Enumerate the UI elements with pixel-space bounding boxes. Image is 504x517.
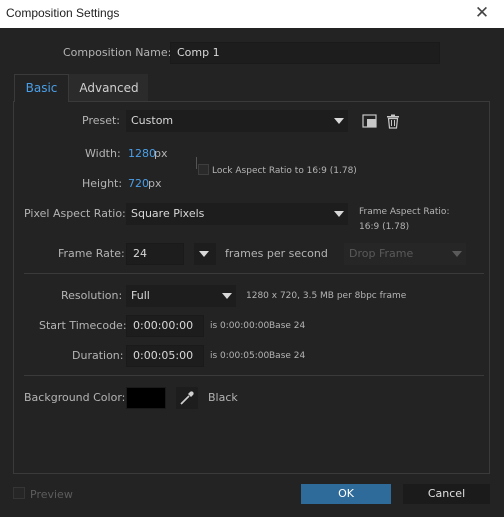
chevron-down-icon <box>334 118 344 124</box>
frame-rate-label: Frame Rate: <box>58 247 125 260</box>
tab-advanced[interactable]: Advanced <box>69 74 149 102</box>
preset-value: Custom <box>131 114 174 127</box>
eyedropper-icon[interactable] <box>176 387 198 409</box>
background-color-swatch[interactable] <box>126 387 166 409</box>
trash-icon[interactable] <box>386 114 400 129</box>
start-timecode-label: Start Timecode: <box>39 319 127 332</box>
lock-link-line <box>196 157 197 169</box>
background-color-name: Black <box>208 391 238 404</box>
pixel-aspect-dropdown[interactable]: Square Pixels <box>126 203 348 225</box>
lock-aspect-checkbox[interactable] <box>198 164 209 175</box>
pixel-aspect-label: Pixel Aspect Ratio: <box>24 207 126 220</box>
pixel-aspect-value: Square Pixels <box>131 207 205 220</box>
comp-name-input[interactable]: Comp 1 <box>170 42 440 64</box>
duration-input[interactable]: 0:00:05:00 <box>126 345 204 367</box>
preset-dropdown[interactable]: Custom <box>126 110 348 132</box>
resolution-value: Full <box>131 289 150 302</box>
resolution-info: 1280 x 720, 3.5 MB per 8bpc frame <box>246 291 407 301</box>
cancel-button[interactable]: Cancel <box>403 484 490 504</box>
close-icon[interactable]: ✕ <box>470 2 494 24</box>
tab-basic[interactable]: Basic <box>14 74 69 102</box>
preset-label: Preset: <box>82 114 121 127</box>
preview-label: Preview <box>30 488 73 501</box>
frame-rate-input[interactable]: 24 <box>126 243 184 265</box>
lock-aspect-label: Lock Aspect Ratio to 16:9 (1.78) <box>212 166 357 176</box>
frame-aspect-label: Frame Aspect Ratio: <box>359 207 450 217</box>
chevron-down-icon <box>222 293 232 299</box>
frame-rate-unit: frames per second <box>225 247 328 260</box>
ok-button[interactable]: OK <box>301 484 391 504</box>
chevron-down-icon <box>199 251 209 257</box>
width-label: Width: <box>85 147 121 160</box>
height-unit: px <box>148 177 162 190</box>
resolution-dropdown[interactable]: Full <box>126 285 236 307</box>
height-label: Height: <box>82 177 123 190</box>
duration-label: Duration: <box>72 349 124 362</box>
comp-name-label: Composition Name: <box>63 46 172 59</box>
duration-base: Base 24 <box>269 351 306 361</box>
window-title: Composition Settings <box>6 6 120 20</box>
start-timecode-base: Base 24 <box>269 321 306 331</box>
width-value[interactable]: 1280 <box>128 147 156 160</box>
resolution-label: Resolution: <box>61 289 123 302</box>
width-unit: px <box>154 147 168 160</box>
chevron-down-icon <box>452 251 462 257</box>
background-color-label: Background Color: <box>24 391 126 404</box>
divider <box>24 375 484 376</box>
preview-checkbox[interactable] <box>13 487 25 499</box>
frame-aspect-value: 16:9 (1.78) <box>359 222 410 232</box>
frame-rate-dropdown[interactable] <box>194 243 216 265</box>
chevron-down-icon <box>334 211 344 217</box>
drop-frame-dropdown[interactable]: Drop Frame <box>344 243 466 265</box>
drop-frame-value: Drop Frame <box>349 247 414 260</box>
start-timecode-equivalent: is 0:00:00:00 <box>210 321 270 331</box>
duration-equivalent: is 0:00:05:00 <box>210 351 270 361</box>
save-preset-icon[interactable] <box>362 114 378 128</box>
height-value[interactable]: 720 <box>128 177 149 190</box>
start-timecode-input[interactable]: 0:00:00:00 <box>126 315 204 337</box>
divider <box>24 273 484 274</box>
